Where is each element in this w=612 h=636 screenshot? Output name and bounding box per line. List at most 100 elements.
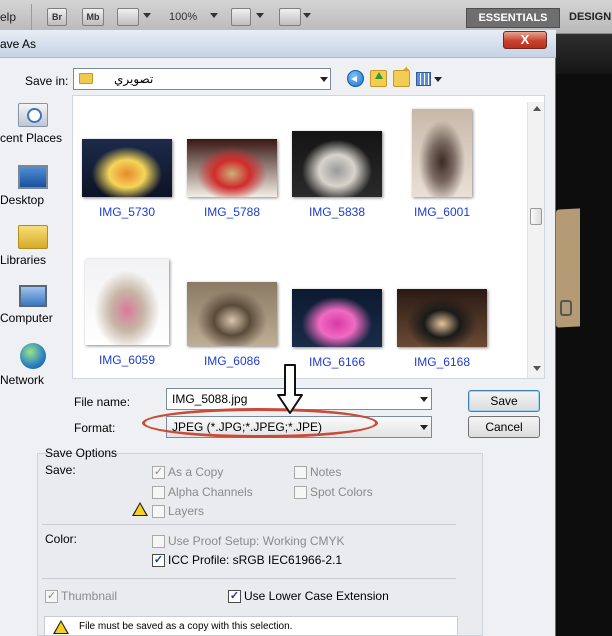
checkbox-box[interactable]: ✓ bbox=[228, 590, 241, 603]
checkbox-box[interactable] bbox=[294, 486, 307, 499]
place-label: Libraries bbox=[0, 253, 47, 267]
chevron-down-icon[interactable] bbox=[303, 13, 311, 18]
arrange-documents-icon[interactable] bbox=[231, 8, 251, 26]
file-list[interactable]: IMG_5730 IMG_5788 IMG_5838 IMG_6001 IMG_… bbox=[72, 95, 545, 379]
file-item[interactable]: IMG_5730 bbox=[79, 139, 175, 219]
file-name: IMG_6059 bbox=[98, 353, 156, 367]
save-in-value: تصويري bbox=[114, 72, 154, 86]
file-thumbnail bbox=[397, 289, 487, 347]
place-desktop[interactable]: Desktop bbox=[0, 165, 66, 207]
place-recent-places[interactable]: cent Places bbox=[0, 103, 66, 145]
file-item[interactable]: IMG_6059 bbox=[79, 259, 175, 367]
file-item[interactable]: IMG_6168 bbox=[394, 289, 490, 369]
libraries-icon bbox=[18, 225, 48, 249]
canvas-background bbox=[555, 34, 612, 636]
up-folder-icon[interactable] bbox=[370, 70, 387, 87]
file-thumbnail bbox=[85, 259, 169, 345]
checkbox-label: Layers bbox=[168, 504, 205, 518]
place-label: Computer bbox=[0, 311, 53, 325]
separator bbox=[31, 4, 32, 30]
save-in-dropdown[interactable]: تصويري bbox=[73, 68, 331, 90]
scroll-thumb[interactable] bbox=[530, 208, 542, 225]
new-folder-icon[interactable] bbox=[393, 65, 410, 87]
place-computer[interactable]: Computer bbox=[0, 285, 66, 325]
scroll-down-icon[interactable] bbox=[533, 366, 541, 371]
app-bar: elp Br Mb 100% ESSENTIALS DESIGN bbox=[0, 0, 612, 34]
chevron-down-icon bbox=[320, 77, 328, 82]
workspace-essentials[interactable]: ESSENTIALS bbox=[466, 8, 560, 28]
desktop-icon bbox=[18, 165, 48, 189]
folder-icon bbox=[79, 73, 93, 84]
workspace-design[interactable]: DESIGN bbox=[569, 11, 611, 23]
chevron-down-icon[interactable] bbox=[420, 425, 428, 430]
checkbox-box[interactable] bbox=[152, 535, 165, 548]
save-in-label: Save in: bbox=[25, 74, 69, 88]
save-as-dialog: ave As X Save in: تصويري cent Places Des… bbox=[0, 30, 556, 636]
divider bbox=[42, 578, 456, 579]
background-image-detail bbox=[560, 300, 572, 316]
file-item[interactable]: IMG_5838 bbox=[289, 131, 385, 219]
file-list-scrollbar[interactable] bbox=[527, 102, 544, 378]
extras-icon[interactable] bbox=[117, 8, 139, 26]
file-name: IMG_5838 bbox=[308, 205, 366, 219]
save-options-title: Save Options bbox=[45, 446, 118, 460]
file-item[interactable]: IMG_6086 bbox=[184, 282, 280, 368]
zoom-level[interactable]: 100% bbox=[169, 11, 197, 23]
file-item[interactable]: IMG_6166 bbox=[289, 289, 385, 369]
warning-message: ! File must be saved as a copy with this… bbox=[44, 616, 458, 636]
close-button[interactable]: X bbox=[503, 31, 547, 49]
place-label: Desktop bbox=[0, 193, 45, 207]
checkbox-label: Thumbnail bbox=[61, 589, 118, 603]
computer-icon bbox=[19, 285, 47, 307]
file-name: IMG_5788 bbox=[203, 205, 261, 219]
chevron-down-icon[interactable] bbox=[420, 397, 428, 402]
chevron-down-icon[interactable] bbox=[256, 13, 264, 18]
menu-help[interactable]: elp bbox=[0, 10, 16, 24]
warning-icon: ! bbox=[132, 502, 148, 516]
dialog-title: ave As bbox=[0, 37, 37, 51]
place-label: Network bbox=[0, 373, 45, 387]
checkbox-box[interactable] bbox=[152, 486, 165, 499]
file-thumbnail bbox=[187, 282, 277, 346]
chevron-down-icon[interactable] bbox=[434, 77, 442, 82]
file-name: IMG_6001 bbox=[413, 205, 471, 219]
canvas-header bbox=[555, 34, 612, 74]
screen-mode-icon[interactable] bbox=[279, 8, 301, 26]
network-icon bbox=[20, 343, 46, 369]
scroll-up-icon[interactable] bbox=[533, 106, 541, 111]
dialog-titlebar[interactable]: ave As X bbox=[0, 30, 556, 58]
file-item[interactable]: IMG_5788 bbox=[184, 139, 280, 219]
file-name: IMG_6086 bbox=[203, 354, 261, 368]
back-icon[interactable] bbox=[347, 70, 364, 87]
minibridge-button[interactable]: Mb bbox=[82, 8, 104, 26]
file-name: IMG_5730 bbox=[98, 205, 156, 219]
save-label: Save: bbox=[45, 463, 76, 477]
chevron-down-icon[interactable] bbox=[210, 13, 218, 18]
checkbox-label: Spot Colors bbox=[310, 485, 373, 499]
file-thumbnail bbox=[412, 109, 472, 197]
bridge-button[interactable]: Br bbox=[47, 8, 67, 26]
file-item[interactable]: IMG_6001 bbox=[394, 109, 490, 219]
checkbox-box[interactable]: ✓ bbox=[152, 466, 165, 479]
checkbox-label: Use Lower Case Extension bbox=[244, 589, 389, 603]
checkbox-box[interactable]: ✓ bbox=[152, 554, 165, 567]
file-name-label: File name: bbox=[74, 395, 131, 409]
checkbox-box[interactable]: ✓ bbox=[45, 590, 58, 603]
checkbox-label: Notes bbox=[310, 465, 342, 479]
file-thumbnail bbox=[292, 131, 382, 197]
recent-places-icon bbox=[18, 103, 48, 127]
color-label: Color: bbox=[45, 532, 78, 546]
warning-icon: ! bbox=[53, 620, 69, 634]
checkbox-label: Alpha Channels bbox=[168, 485, 253, 499]
cancel-button[interactable]: Cancel bbox=[468, 416, 540, 438]
checkbox-box[interactable] bbox=[152, 505, 165, 518]
checkbox-box[interactable] bbox=[294, 466, 307, 479]
warning-text: File must be saved as a copy with this s… bbox=[79, 621, 293, 632]
save-button[interactable]: Save bbox=[468, 390, 540, 412]
chevron-down-icon[interactable] bbox=[143, 13, 151, 18]
view-menu-icon[interactable] bbox=[416, 72, 431, 86]
file-thumbnail bbox=[292, 289, 382, 347]
place-libraries[interactable]: Libraries bbox=[0, 225, 66, 267]
place-network[interactable]: Network bbox=[0, 343, 66, 387]
checkbox-label: Use Proof Setup: Working CMYK bbox=[168, 534, 345, 548]
